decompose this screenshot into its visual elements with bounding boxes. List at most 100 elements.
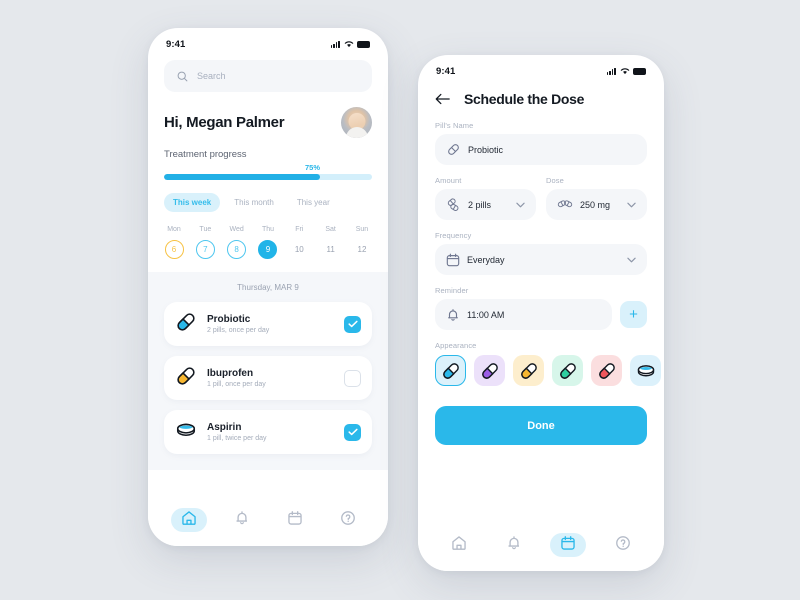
appearance-option-2[interactable] <box>513 355 544 386</box>
week-day-name: Sat <box>325 226 336 233</box>
week-day-2[interactable]: Wed 8 <box>225 226 249 259</box>
nav-item-home[interactable] <box>441 533 477 557</box>
avatar[interactable] <box>341 107 372 138</box>
nav-item-calendar[interactable] <box>277 508 313 532</box>
week-day-number: 8 <box>227 240 247 259</box>
week-day-number: 6 <box>164 240 184 259</box>
reminder-label: Reminder <box>435 286 469 295</box>
date-heading: Thursday, MAR 9 <box>237 283 299 292</box>
week-day-number: 9 <box>258 240 278 259</box>
nav-item-help[interactable] <box>330 508 366 532</box>
medication-checkbox[interactable] <box>344 423 361 441</box>
appearance-option-0[interactable] <box>435 355 466 386</box>
bell-icon <box>506 535 522 556</box>
calendar-icon <box>560 535 576 556</box>
appearance-group: Appearance <box>435 341 661 386</box>
medication-checkbox[interactable] <box>344 369 361 387</box>
home-icon <box>181 510 197 531</box>
filter-tab-0[interactable]: This week <box>164 193 221 212</box>
filter-tab-2[interactable]: This year <box>288 193 339 212</box>
week-day-name: Mon <box>167 226 181 233</box>
tablet-icon <box>175 419 197 446</box>
medication-name: Aspirin <box>207 422 242 433</box>
filter-tabs[interactable]: This week This month This year <box>164 193 372 212</box>
medication-text: Aspirin 1 pill, twice per day <box>207 422 334 442</box>
amount-select[interactable]: 2 pills <box>435 189 536 220</box>
reminder-group: Reminder 11:00 AM + <box>435 286 647 330</box>
appearance-option-5[interactable] <box>630 355 661 386</box>
capsule-icon <box>520 362 537 379</box>
home-icon <box>451 535 467 556</box>
bottom-nav[interactable] <box>418 519 664 571</box>
pill-name-input[interactable]: Probiotic <box>435 134 647 165</box>
check-icon <box>347 428 358 436</box>
wifi-icon <box>620 68 629 75</box>
status-bar-time: 9:41 <box>436 65 456 77</box>
capsule-icon <box>175 365 197 392</box>
dose-select[interactable]: 250 mg <box>546 189 647 220</box>
nav-item-home[interactable] <box>170 508 207 532</box>
canvas: 9:41 Search Hi, Megan Palmer Treatment p… <box>0 0 800 600</box>
bell-icon <box>448 308 458 321</box>
tablet-icon <box>637 364 654 376</box>
week-day-5[interactable]: Sat 11 <box>319 226 343 259</box>
capsule-icon <box>598 362 615 379</box>
filter-tab-label: This month <box>234 198 274 207</box>
page-title: Hi, Megan Palmer <box>164 114 285 131</box>
week-day-6[interactable]: Sun 12 <box>350 226 374 259</box>
chevron-down-icon <box>516 202 525 207</box>
week-strip[interactable]: Mon 6 Tue 7 Wed 8 Thu 9 Fri 10 Sat 11 Sun 12 <box>162 226 374 259</box>
progress-percent: 75% <box>304 163 320 172</box>
wifi-icon <box>344 41 353 48</box>
week-day-1[interactable]: Tue 7 <box>193 226 217 259</box>
week-day-name: Thu <box>261 226 275 233</box>
pills-icon <box>447 198 459 211</box>
search-placeholder: Search <box>197 71 226 81</box>
arrow-left-icon[interactable] <box>435 93 450 105</box>
add-reminder-button[interactable]: + <box>620 301 647 328</box>
filter-tab-label: This year <box>296 198 330 207</box>
nav-item-bell[interactable] <box>224 508 260 532</box>
amount-group: Amount 2 pills <box>435 176 536 220</box>
calendar-icon <box>446 253 460 266</box>
filter-tab-1[interactable]: This month <box>225 193 283 212</box>
chevron-down-icon <box>627 257 636 262</box>
reminder-time-input[interactable]: 11:00 AM <box>435 299 612 330</box>
week-day-4[interactable]: Fri 10 <box>287 226 311 259</box>
frequency-select[interactable]: Everyday <box>435 244 647 275</box>
week-day-number: 7 <box>195 240 215 259</box>
week-day-number: 12 <box>357 245 367 254</box>
medication-checkbox[interactable] <box>344 315 361 333</box>
signal-icon <box>330 40 340 48</box>
medication-row[interactable]: Probiotic 2 pills, once per day <box>164 302 372 346</box>
progress-fill <box>164 174 320 180</box>
bottom-nav[interactable] <box>148 494 388 546</box>
week-day-3[interactable]: Thu 9 <box>256 226 280 259</box>
done-button[interactable]: Done <box>435 406 647 445</box>
amount-label: Amount <box>435 176 462 185</box>
progress-label: Treatment progress <box>164 149 247 160</box>
amount-value: 2 pills <box>468 199 492 210</box>
nav-item-calendar[interactable] <box>550 533 587 557</box>
appearance-option-4[interactable] <box>591 355 622 386</box>
appearance-options[interactable] <box>435 355 661 386</box>
medication-detail: 1 pill, twice per day <box>207 435 267 442</box>
filter-tab-label: This week <box>173 198 212 207</box>
week-day-name: Tue <box>199 226 212 233</box>
capsule-icon <box>177 366 195 385</box>
medication-row[interactable]: Aspirin 1 pill, twice per day <box>164 410 372 454</box>
medication-row[interactable]: Ibuprofen 1 pill, once per day <box>164 356 372 400</box>
medication-detail: 2 pills, once per day <box>207 327 270 334</box>
search-input[interactable]: Search <box>164 60 372 92</box>
treatment-progress: Treatment progress 75% <box>164 149 372 180</box>
appearance-option-3[interactable] <box>552 355 583 386</box>
schedule-header: Schedule the Dose <box>435 91 647 107</box>
nav-item-help[interactable] <box>605 533 641 557</box>
nav-item-bell[interactable] <box>496 533 532 557</box>
week-day-0[interactable]: Mon 6 <box>162 226 186 259</box>
signal-icon <box>606 67 616 75</box>
appearance-option-1[interactable] <box>474 355 505 386</box>
status-bar: 9:41 <box>148 28 388 54</box>
medication-name: Probiotic <box>207 314 251 325</box>
status-bar-icons <box>606 67 646 75</box>
